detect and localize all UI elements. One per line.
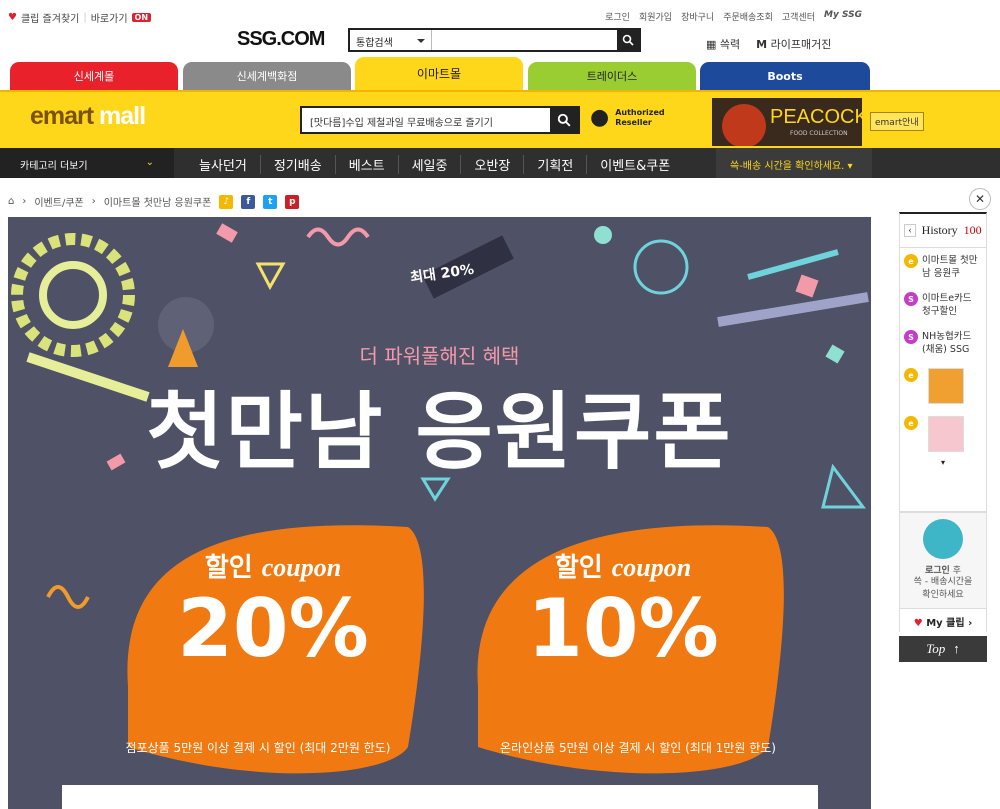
support-link[interactable]: 고객센터 [782, 10, 815, 23]
close-button[interactable]: ✕ [969, 188, 991, 210]
ssg-logo[interactable]: SSG.COM [237, 28, 325, 51]
product-thumbnail [928, 368, 964, 404]
emart-search-input[interactable]: [맛다름]수입 제철과일 무료배송으로 즐기기 [302, 108, 550, 132]
shortcut-link[interactable]: 바로가기 [91, 10, 128, 25]
search-button[interactable] [617, 30, 639, 50]
history-panel: ‹ History 100 e 이마트몰 첫만남 응원쿠 S 이마트e카드 청구할인 S… [899, 212, 987, 512]
search-icon [557, 113, 571, 127]
signup-link[interactable]: 회원가입 [639, 10, 672, 23]
crumb-current: 이마트몰 첫만남 응원쿠폰 [103, 198, 212, 209]
nav-sale[interactable]: 세일중 [399, 155, 462, 174]
pan-image [722, 104, 766, 146]
event-banner: 최대 20% 더 파워풀해진 혜택 첫만남 응원쿠폰 할인 coupon 20%… [8, 217, 871, 809]
apple-icon: ● [590, 105, 610, 130]
order-link[interactable]: 주문배송조회 [723, 10, 773, 23]
banner-title: 첫만남 응원쿠폰 [146, 383, 733, 481]
apple-reseller: ● Authorized Reseller [590, 105, 665, 130]
chevron-down-icon: ⌄ [145, 157, 154, 168]
login-link[interactable]: 로그인 [925, 566, 950, 576]
category-more-button[interactable]: 카테고리 더보기 ⌄ [0, 148, 174, 178]
breadcrumb: ⌂ › 이벤트/쿠폰 › 이마트몰 첫만남 응원쿠폰 ♪ f t p [8, 194, 300, 209]
emart-icon: e [904, 254, 918, 268]
magazine-link[interactable]: M 라이프매거진 [756, 36, 831, 52]
emart-icon: e [904, 368, 918, 382]
search-icon [622, 34, 634, 46]
calendar-link[interactable]: ▦ 쓱력 [706, 36, 740, 52]
on-badge[interactable]: ON [131, 13, 152, 22]
ssg-icon: S [904, 292, 918, 306]
nav-special[interactable]: 기획전 [524, 155, 588, 174]
heart-icon: ♥ [913, 618, 923, 629]
crumb-events[interactable]: 이벤트/쿠폰 [34, 194, 83, 209]
emart-mall-logo[interactable]: emart mall [30, 102, 146, 131]
category-nav: 카테고리 더보기 ⌄ 늘사던거 정기배송 베스트 세일중 오반장 기획전 이벤트&… [0, 148, 1000, 178]
nav-events[interactable]: 이벤트&쿠폰 [587, 155, 683, 174]
history-item[interactable]: S NH농협카드(채움) SSG [900, 324, 986, 362]
shipping-time-dropdown[interactable]: 쓱-배송 시간을 확인하세요. ▾ [716, 148, 872, 178]
history-item[interactable]: e 이마트몰 첫만남 응원쿠 [900, 248, 986, 286]
delivery-truck-icon [923, 519, 963, 559]
confetti-decoration [11, 223, 869, 774]
peacock-banner[interactable]: PEACOCK FOOD COLLECTION [712, 98, 862, 146]
history-product[interactable]: e [900, 362, 986, 410]
myclip-button[interactable]: ♥ My 클립 › [900, 608, 986, 634]
mall-tabs: 신세계몰 신세계백화점 이마트몰 트레이더스 Boots [10, 57, 871, 90]
nav-usual[interactable]: 늘사던거 [186, 155, 261, 174]
login-promo: 로그인 후 쓱 - 배송시간을 확인하세요 ♥ My 클립 › [899, 512, 987, 634]
facebook-share-icon[interactable]: f [241, 194, 256, 209]
coupon-10-desc: 온라인상품 5만원 이상 결제 시 할인 (최대 1만원 한도) [500, 741, 776, 755]
arrow-up-icon: ↑ [953, 641, 960, 656]
history-prev-button[interactable]: ‹ [904, 224, 916, 237]
top-button[interactable]: Top ↑ [899, 636, 987, 662]
nav-best[interactable]: 베스트 [336, 155, 399, 174]
ssg-icon: S [904, 330, 918, 344]
peacock-subtitle: FOOD COLLECTION [790, 130, 848, 137]
tab-shinsegae-dept[interactable]: 신세계백화점 [183, 62, 351, 90]
header-links: ▦ 쓱력 M 라이프매거진 [706, 36, 831, 52]
product-thumbnail [928, 416, 964, 452]
content-panel [62, 785, 818, 809]
tab-boots[interactable]: Boots [700, 62, 870, 90]
magazine-icon: M [756, 38, 768, 51]
emart-icon: e [904, 416, 918, 430]
emart-search-box[interactable]: [맛다름]수입 제철과일 무료배송으로 즐기기 [300, 106, 580, 134]
history-item[interactable]: S 이마트e카드 청구할인 [900, 286, 986, 324]
cart-link[interactable]: 장바구니 [681, 10, 714, 23]
tab-emart-mall[interactable]: 이마트몰 [355, 57, 523, 90]
pinterest-share-icon[interactable]: p [285, 194, 300, 209]
search-box: 통합검색 [348, 28, 641, 52]
history-product[interactable]: e [900, 410, 986, 458]
bookmark-link[interactable]: 클립 즐겨찾기 [21, 10, 79, 25]
coupon-10[interactable]: 할인 coupon 10% [488, 547, 758, 674]
search-select[interactable]: 통합검색 [350, 30, 432, 50]
home-icon[interactable]: ⌂ [8, 196, 14, 207]
coupon-20-desc: 점포상품 5만원 이상 결제 시 할인 (최대 2만원 한도) [125, 741, 391, 755]
kakaostory-share-icon[interactable]: ♪ [219, 194, 234, 209]
nav-subscription[interactable]: 정기배송 [261, 155, 336, 174]
peacock-title: PEACOCK [770, 106, 862, 128]
tab-shinsegae-mall[interactable]: 신세계몰 [10, 62, 178, 90]
emart-search-button[interactable] [550, 108, 578, 132]
tab-traders[interactable]: 트레이더스 [528, 62, 696, 90]
emart-info-button[interactable]: emart안내 [870, 112, 924, 131]
nav-obanjang[interactable]: 오반장 [461, 155, 525, 174]
myssg-link[interactable]: My SSG [824, 10, 862, 23]
calendar-icon: ▦ [706, 38, 717, 51]
search-input[interactable] [432, 30, 617, 50]
login-link[interactable]: 로그인 [605, 10, 630, 23]
close-icon: ✕ [974, 192, 986, 206]
coupon-20[interactable]: 할인 coupon 20% [138, 547, 408, 674]
twitter-share-icon[interactable]: t [263, 194, 278, 209]
scroll-down-button[interactable]: ▾ [900, 458, 986, 467]
heart-icon: ♥ [8, 12, 17, 23]
